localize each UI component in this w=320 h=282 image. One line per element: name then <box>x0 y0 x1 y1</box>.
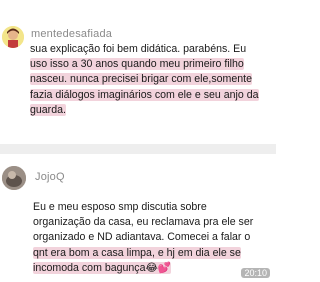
comment-line: nasceu. nunca precisei brigar com ele,so… <box>30 73 252 86</box>
avatar[interactable] <box>2 26 24 48</box>
avatar-illustration-icon <box>2 26 24 48</box>
comment-line: uso isso a 30 anos quando meu primeiro f… <box>30 58 244 71</box>
comment-line: qnt era bom a casa limpa, e hj em dia el… <box>33 246 241 259</box>
avatar[interactable] <box>2 166 26 190</box>
comment-line: incomoda com bagunça😂💕 <box>33 261 172 274</box>
comment-card-1: mentedesafiada sua explicação foi bem di… <box>0 0 276 144</box>
comment-line: Eu e meu esposo smp discutia sobre <box>33 201 207 213</box>
card-divider <box>0 144 276 154</box>
timestamp: 20:10 <box>241 268 270 278</box>
comment-username[interactable]: JojoQ <box>35 171 65 183</box>
comment-text: sua explicação foi bem didática. parabén… <box>30 42 274 118</box>
comment-line: guarda. <box>30 103 66 116</box>
comment-line: fazia diálogos imaginários com ele e seu… <box>30 88 259 101</box>
comment-text: Eu e meu esposo smp discutia sobre organ… <box>33 200 273 276</box>
comment-line: organizado e ND adiantava. Comecei a fal… <box>33 231 251 244</box>
comment-line: sua explicação foi bem didática. parabén… <box>30 43 247 55</box>
avatar-photo-icon <box>2 166 26 190</box>
comment-line: organização da casa, eu reclamava pra el… <box>33 216 254 229</box>
comment-card-2: JojoQ Eu e meu esposo smp discutia sobre… <box>0 154 276 282</box>
comment-username[interactable]: mentedesafiada <box>31 28 112 40</box>
